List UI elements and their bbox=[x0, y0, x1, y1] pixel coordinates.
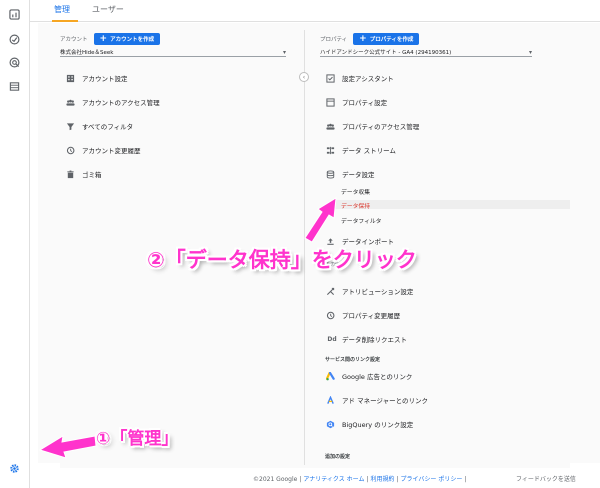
people-icon bbox=[65, 97, 75, 107]
sub-data-filters[interactable]: データフィルタ bbox=[341, 216, 381, 225]
footer-copyright: ©2021 Google bbox=[253, 476, 298, 483]
top-tabs: 管理 ユーザー bbox=[30, 0, 600, 22]
settings-gear-icon[interactable] bbox=[8, 462, 21, 475]
left-nav-rail bbox=[0, 0, 30, 488]
data-streams-icon bbox=[325, 145, 335, 155]
annotation-step2: ②「データ保持」をクリック bbox=[147, 248, 417, 272]
menu-data-deletion[interactable]: Dd データ削除リクエスト bbox=[325, 331, 407, 347]
tab-admin[interactable]: 管理 bbox=[54, 4, 70, 15]
tab-users[interactable]: ユーザー bbox=[92, 4, 124, 15]
menu-google-ads-link[interactable]: Google 広告とのリンク bbox=[325, 368, 412, 384]
menu-label: プロパティ設定 bbox=[342, 99, 388, 107]
create-property-button[interactable]: + プロパティを作成 bbox=[353, 33, 420, 45]
configure-icon[interactable] bbox=[8, 80, 21, 93]
history-icon bbox=[325, 310, 335, 320]
filter-icon bbox=[65, 121, 75, 131]
menu-ad-manager-link[interactable]: アド マネージャーとのリンク bbox=[325, 392, 428, 408]
checklist-icon bbox=[325, 73, 335, 83]
menu-data-settings[interactable]: データ設定 bbox=[325, 166, 375, 182]
menu-label: ゴミ箱 bbox=[82, 171, 102, 179]
create-account-button[interactable]: + アカウントを作成 bbox=[93, 33, 161, 45]
property-header: プロパティ + プロパティを作成 bbox=[320, 33, 420, 45]
menu-label: BigQuery のリンク設定 bbox=[342, 421, 414, 429]
history-icon bbox=[65, 145, 75, 155]
property-settings-icon bbox=[325, 97, 335, 107]
create-property-label: プロパティを作成 bbox=[369, 37, 414, 43]
property-selector[interactable]: ハイドアンドシーク公式サイト - GA4 (294190361) ▾ bbox=[320, 47, 532, 57]
building-icon bbox=[65, 73, 75, 83]
sub-data-collection[interactable]: データ収集 bbox=[341, 187, 370, 196]
menu-label: プロパティ変更履歴 bbox=[342, 312, 401, 320]
annotation-step1: ①「管理」 bbox=[96, 429, 179, 449]
footer-link-privacy[interactable]: プライバシー ポリシー bbox=[401, 476, 463, 483]
create-account-label: アカウントを作成 bbox=[110, 37, 155, 43]
menu-trash[interactable]: ゴミ箱 bbox=[65, 166, 102, 182]
menu-attribution-settings[interactable]: アトリビューション設定 bbox=[325, 283, 413, 299]
menu-label: Google 広告とのリンク bbox=[342, 373, 413, 381]
dd-icon: Dd bbox=[327, 335, 337, 343]
active-tab-indicator bbox=[52, 20, 78, 22]
footer-link-terms[interactable]: 利用規約 bbox=[370, 476, 394, 483]
admin-panel: アカウント + アカウントを作成 株式会社Hide＆Seek ▾ アカウント設定… bbox=[38, 23, 600, 468]
plus-icon: + bbox=[99, 34, 108, 44]
sub-data-retention[interactable]: データ保持 bbox=[341, 201, 370, 210]
menu-account-history[interactable]: アカウント変更履歴 bbox=[65, 142, 141, 158]
database-icon bbox=[325, 169, 335, 179]
property-header-label: プロパティ bbox=[320, 37, 348, 43]
collapse-chevron-icon[interactable]: ‹ bbox=[299, 72, 309, 82]
menu-account-settings[interactable]: アカウント設定 bbox=[65, 70, 128, 86]
explore-icon[interactable] bbox=[8, 33, 21, 46]
plus-icon: + bbox=[359, 34, 367, 44]
account-header: アカウント + アカウントを作成 bbox=[60, 33, 161, 45]
trash-icon bbox=[65, 169, 75, 179]
menu-label: データ設定 bbox=[342, 171, 375, 179]
menu-property-history[interactable]: プロパティ変更履歴 bbox=[325, 307, 400, 323]
reports-icon[interactable] bbox=[8, 8, 21, 21]
extra-section-heading: 追加の設定 bbox=[325, 454, 351, 460]
menu-property-settings[interactable]: プロパティ設定 bbox=[325, 94, 387, 110]
menu-label: 設定アシスタント bbox=[342, 75, 394, 83]
menu-all-filters[interactable]: すべてのフィルタ bbox=[65, 118, 133, 134]
menu-label: プロパティのアクセス管理 bbox=[342, 123, 420, 131]
property-selected-value: ハイドアンドシーク公式サイト - GA4 (294190361) bbox=[320, 49, 452, 56]
advertising-icon[interactable] bbox=[8, 56, 21, 69]
menu-label: データ ストリーム bbox=[342, 147, 396, 155]
bigquery-icon bbox=[325, 419, 335, 429]
google-ads-icon bbox=[325, 371, 335, 381]
menu-bigquery-link[interactable]: BigQuery のリンク設定 bbox=[325, 416, 413, 432]
menu-label: アカウントのアクセス管理 bbox=[82, 99, 160, 107]
menu-setup-assistant[interactable]: 設定アシスタント bbox=[325, 70, 394, 86]
attribution-icon bbox=[325, 286, 335, 296]
chevron-down-icon: ▾ bbox=[282, 49, 286, 56]
menu-label: アカウント設定 bbox=[82, 75, 128, 83]
footer-link-home[interactable]: アナリティクス ホーム bbox=[303, 476, 364, 483]
footer-feedback[interactable]: フィードバックを送信 bbox=[516, 474, 576, 483]
menu-label: すべてのフィルタ bbox=[82, 123, 134, 131]
menu-property-access[interactable]: プロパティのアクセス管理 bbox=[325, 118, 419, 134]
people-icon bbox=[325, 121, 335, 131]
menu-label: アド マネージャーとのリンク bbox=[342, 397, 429, 405]
chevron-down-icon: ▾ bbox=[528, 49, 532, 56]
ad-manager-icon bbox=[325, 395, 335, 405]
account-selector[interactable]: 株式会社Hide＆Seek ▾ bbox=[60, 47, 286, 57]
account-selected-value: 株式会社Hide＆Seek bbox=[60, 49, 114, 56]
menu-label: データ削除リクエスト bbox=[342, 336, 407, 344]
menu-label: アカウント変更履歴 bbox=[82, 147, 141, 155]
links-section-heading: サービス間のリンク設定 bbox=[325, 357, 381, 363]
account-header-label: アカウント bbox=[60, 37, 88, 43]
menu-label: アトリビューション設定 bbox=[342, 288, 414, 296]
menu-account-access[interactable]: アカウントのアクセス管理 bbox=[65, 94, 160, 110]
footer: ©2021 Google | アナリティクス ホーム | 利用規約 | プライバシー ポリシ… bbox=[253, 476, 576, 483]
menu-data-streams[interactable]: データ ストリーム bbox=[325, 142, 396, 158]
